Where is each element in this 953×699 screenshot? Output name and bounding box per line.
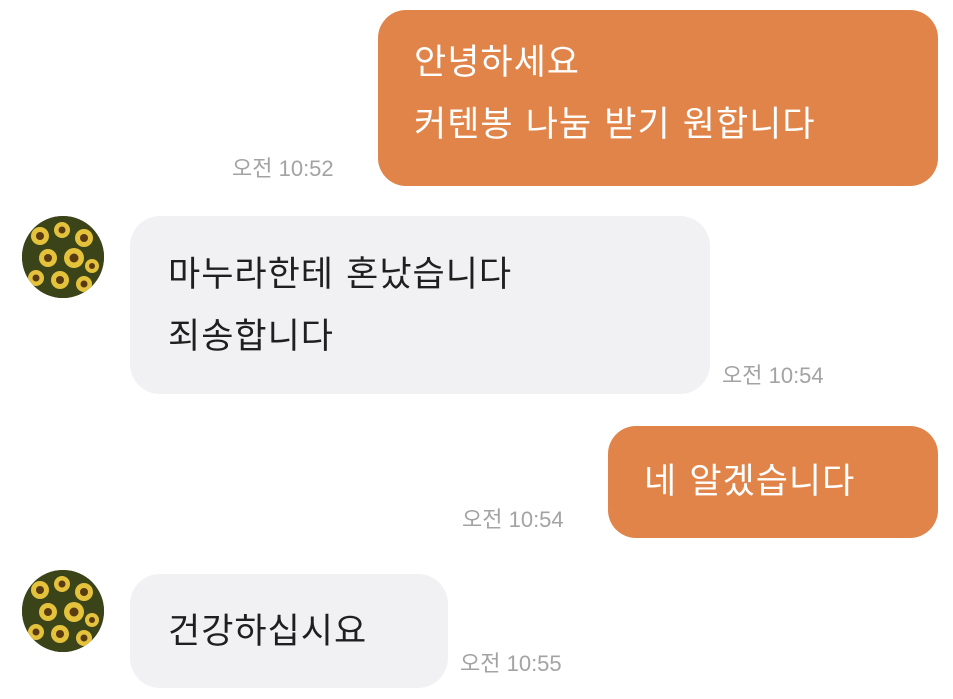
- message-timestamp: 오전 10:54: [462, 507, 564, 532]
- incoming-message-bubble[interactable]: 건강하십시요: [130, 574, 448, 688]
- message-text: 네 알겠습니다: [644, 462, 856, 502]
- message-timestamp: 오전 10:55: [460, 651, 562, 676]
- message-text: 죄송합니다: [168, 317, 335, 357]
- message-timestamp: 오전 10:52: [232, 156, 334, 181]
- incoming-message-bubble[interactable]: 마누라한테 혼났습니다 죄송합니다: [130, 216, 710, 394]
- message-timestamp: 오전 10:54: [722, 363, 824, 388]
- sunflower-icon: [22, 216, 104, 298]
- sunflower-avatar[interactable]: [22, 570, 104, 652]
- sunflower-avatar[interactable]: [22, 216, 104, 298]
- message-text: 커텐봉 나눔 받기 원합니다: [414, 105, 816, 145]
- message-text: 마누라한테 혼났습니다: [168, 255, 513, 295]
- sunflower-icon: [22, 570, 104, 652]
- message-text: 안녕하세요: [414, 43, 581, 83]
- outgoing-message-bubble[interactable]: 네 알겠습니다: [608, 426, 938, 538]
- outgoing-message-bubble[interactable]: 안녕하세요 커텐봉 나눔 받기 원합니다: [378, 10, 938, 186]
- message-text: 건강하십시요: [168, 612, 368, 652]
